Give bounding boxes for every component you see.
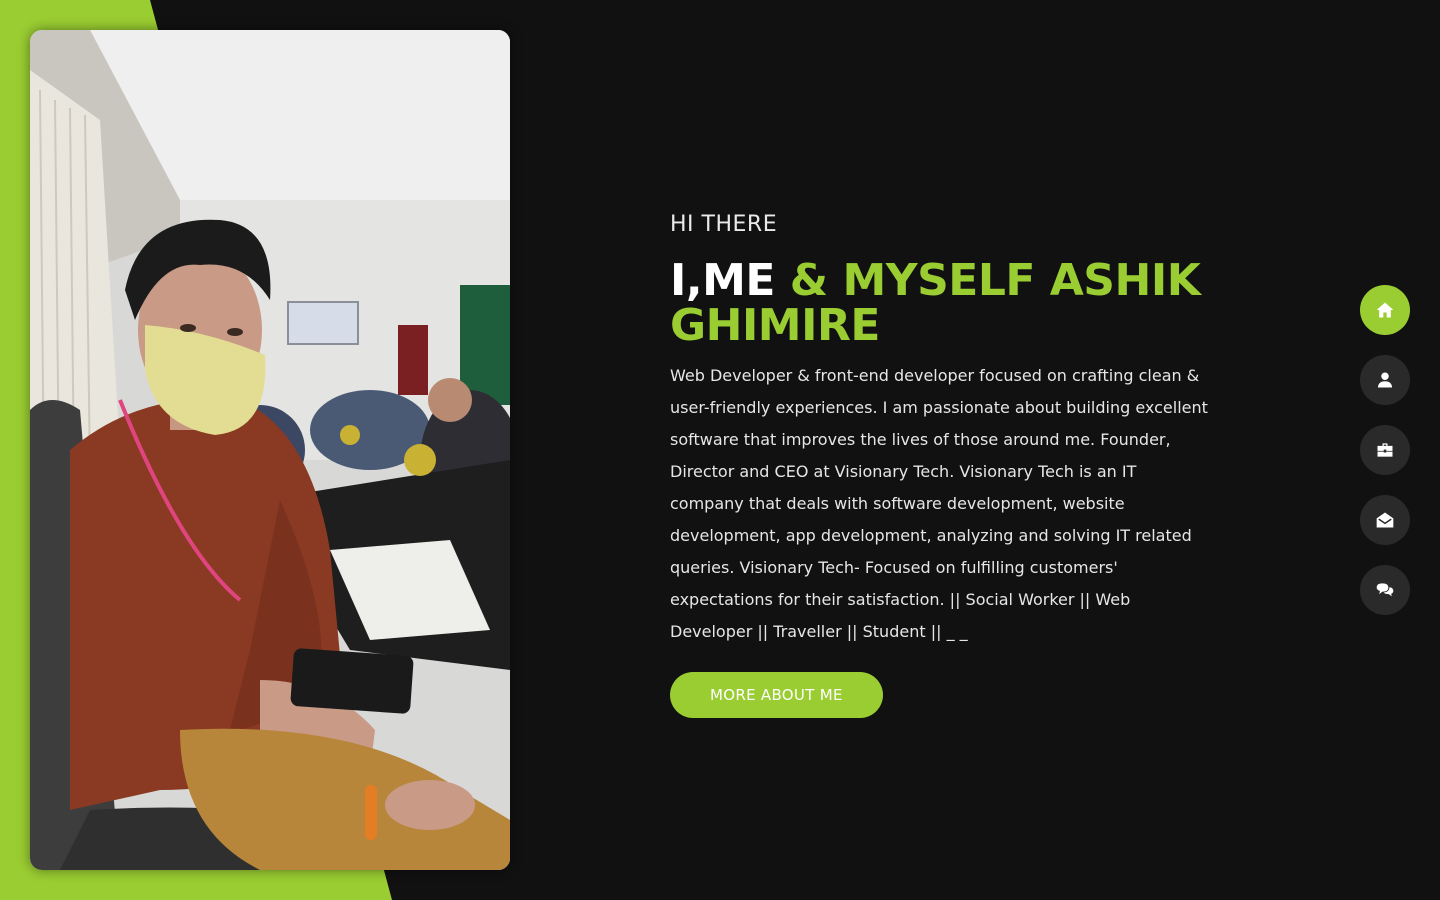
bio-paragraph: Web Developer & front-end developer focu…	[670, 366, 1208, 642]
more-about-me-button[interactable]: MORE ABOUT ME	[670, 672, 883, 719]
profile-photo-illustration	[30, 30, 510, 870]
comments-icon	[1376, 583, 1394, 597]
nav-home-button[interactable]	[1360, 285, 1410, 335]
hero-section: HI THERE I,ME & MYSELF ASHIK GHIMIRE Web…	[670, 212, 1215, 719]
nav-portfolio-button[interactable]	[1360, 425, 1410, 475]
envelope-open-icon	[1376, 512, 1394, 528]
page-title: I,ME & MYSELF ASHIK GHIMIRE	[670, 258, 1215, 348]
nav-about-button[interactable]	[1360, 355, 1410, 405]
nav-contact-button[interactable]	[1360, 495, 1410, 545]
nav-blog-button[interactable]	[1360, 565, 1410, 615]
side-nav	[1360, 285, 1410, 635]
briefcase-icon	[1377, 443, 1393, 457]
user-icon	[1377, 372, 1393, 388]
greeting-text: HI THERE	[670, 212, 778, 237]
page: HI THERE I,ME & MYSELF ASHIK GHIMIRE Web…	[0, 0, 1440, 900]
profile-photo	[30, 30, 510, 870]
home-icon	[1376, 302, 1394, 318]
headline-white: I,ME	[670, 255, 775, 307]
